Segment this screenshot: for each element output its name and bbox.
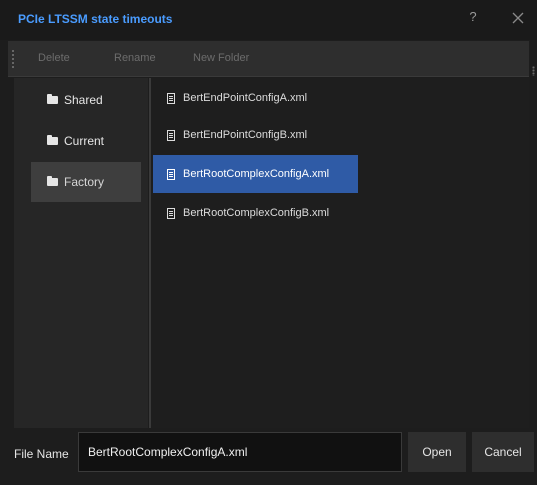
folder-sidebar: Shared Current Factory — [14, 78, 148, 428]
file-name-label: File Name — [14, 447, 69, 461]
toolbar-overflow-grip-icon — [532, 66, 535, 76]
file-icon — [167, 129, 175, 141]
file-icon — [167, 168, 175, 180]
file-name: BertRootComplexConfigA.xml — [183, 168, 330, 180]
file-icon — [167, 92, 175, 104]
folder-icon — [47, 135, 58, 145]
file-list: BertEndPointConfigA.xml BertEndPointConf… — [151, 78, 529, 428]
folder-icon — [47, 176, 58, 186]
file-name: BertRootComplexConfigB.xml — [183, 207, 330, 219]
sidebar-item-label: Current — [64, 134, 105, 148]
file-name: BertEndPointConfigB.xml — [183, 129, 308, 141]
sidebar-item-shared[interactable]: Shared — [31, 80, 141, 120]
folder-icon — [47, 94, 58, 104]
list-item-selected[interactable]: BertRootComplexConfigA.xml — [153, 155, 358, 193]
list-item[interactable]: BertEndPointConfigB.xml — [153, 116, 358, 154]
sidebar-item-current[interactable]: Current — [31, 121, 141, 161]
toolbar: Delete Rename New Folder — [8, 41, 529, 77]
rename-button[interactable]: Rename — [114, 52, 156, 64]
list-item[interactable]: BertEndPointConfigA.xml — [153, 79, 358, 117]
sidebar-item-label: Shared — [64, 93, 103, 107]
sidebar-item-factory[interactable]: Factory — [31, 162, 141, 202]
open-button[interactable]: Open — [408, 432, 466, 472]
cancel-button[interactable]: Cancel — [472, 432, 534, 472]
help-button[interactable]: ? — [466, 9, 480, 27]
file-icon — [167, 207, 175, 219]
sidebar-item-label: Factory — [64, 175, 105, 189]
window-title: PCIe LTSSM state timeouts — [18, 12, 173, 26]
close-icon[interactable] — [510, 10, 526, 26]
toolbar-grip-icon[interactable] — [11, 49, 15, 69]
title-bar: PCIe LTSSM state timeouts ? — [0, 0, 537, 40]
list-item[interactable]: BertRootComplexConfigB.xml — [153, 194, 358, 232]
file-name-input[interactable] — [78, 432, 402, 472]
delete-button[interactable]: Delete — [38, 52, 70, 64]
file-name: BertEndPointConfigA.xml — [183, 92, 308, 104]
new-folder-button[interactable]: New Folder — [193, 52, 249, 64]
